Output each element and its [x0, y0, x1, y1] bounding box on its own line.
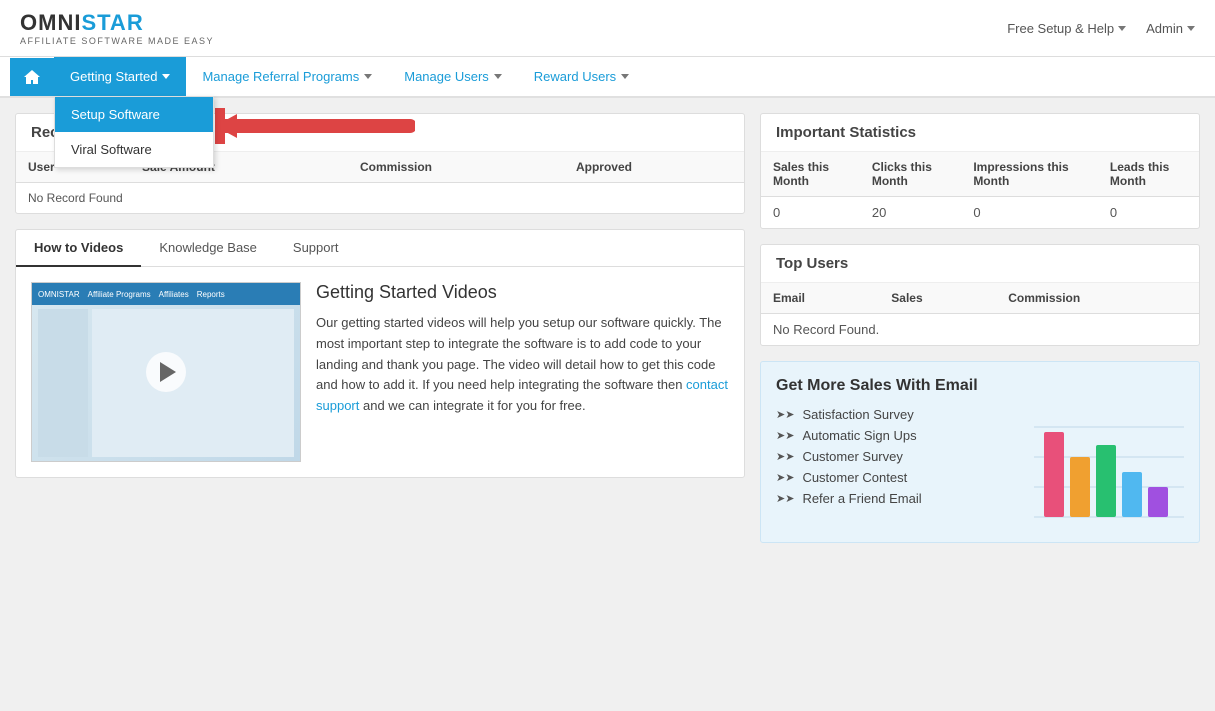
email-promo-panel: Get More Sales With Email ➤➤ Satisfactio…	[760, 361, 1200, 543]
free-setup-link[interactable]: Free Setup & Help	[1007, 21, 1126, 36]
bullet-arrow-icon: ➤➤	[776, 492, 794, 505]
play-overlay	[146, 352, 186, 392]
col-approved: Approved	[564, 152, 744, 183]
list-item: ➤➤ Customer Survey	[776, 449, 1024, 464]
chart-svg	[1034, 407, 1184, 527]
tabs-header: How to Videos Knowledge Base Support	[16, 230, 744, 267]
stat-col-clicks: Clicks this Month	[860, 152, 961, 197]
bullet-arrow-icon: ➤➤	[776, 408, 794, 421]
no-record-cell: No Record Found	[16, 183, 744, 214]
table-row: No Record Found.	[761, 314, 1199, 346]
header-right: Free Setup & Help Admin	[1007, 21, 1195, 36]
bar-chart	[1034, 407, 1184, 527]
top-users-table: Email Sales Commission No Record Found.	[761, 283, 1199, 345]
getting-started-nav[interactable]: Getting Started	[54, 57, 186, 96]
video-description: Our getting started videos will help you…	[316, 313, 729, 417]
stat-impressions-value: 0	[961, 197, 1098, 229]
left-column: Recent Commissions User Sale Amount Comm…	[15, 113, 745, 543]
col-commission: Commission	[348, 152, 564, 183]
admin-caret-icon	[1187, 26, 1195, 31]
home-icon	[24, 70, 40, 84]
stat-col-sales: Sales this Month	[761, 152, 860, 197]
tab-knowledge-base[interactable]: Knowledge Base	[141, 230, 275, 267]
list-item: ➤➤ Satisfaction Survey	[776, 407, 1024, 422]
setup-software-item[interactable]: Setup Software	[55, 97, 213, 132]
important-stats-panel: Important Statistics Sales this Month Cl…	[760, 113, 1200, 229]
table-row: No Record Found	[16, 183, 744, 214]
promo-content: ➤➤ Satisfaction Survey ➤➤ Automatic Sign…	[776, 407, 1184, 527]
top-users-panel: Top Users Email Sales Commission No Reco…	[760, 244, 1200, 346]
manage-users-caret-icon	[494, 74, 502, 79]
play-triangle-icon	[160, 362, 176, 382]
stat-col-leads: Leads this Month	[1098, 152, 1199, 197]
manage-referral-caret-icon	[364, 74, 372, 79]
tab-how-to-videos[interactable]: How to Videos	[16, 230, 141, 267]
thumb-nav-bar: OMNISTAR Affiliate Programs Affiliates R…	[32, 283, 300, 305]
stat-col-impressions: Impressions this Month	[961, 152, 1098, 197]
right-column: Important Statistics Sales this Month Cl…	[760, 113, 1200, 543]
stat-sales-value: 0	[761, 197, 860, 229]
tabs-panel: How to Videos Knowledge Base Support OMN…	[15, 229, 745, 478]
col-email: Email	[761, 283, 879, 314]
top-users-no-record: No Record Found.	[761, 314, 1199, 346]
getting-started-menu: Setup Software Viral Software	[54, 96, 214, 168]
email-promo-title: Get More Sales With Email	[776, 377, 1184, 395]
stat-leads-value: 0	[1098, 197, 1199, 229]
logo: OMNISTAR	[20, 10, 214, 36]
getting-started-dropdown: Getting Started Setup Software Viral Sof…	[54, 57, 186, 96]
stats-row: 0 20 0 0	[761, 197, 1199, 229]
viral-software-item[interactable]: Viral Software	[55, 132, 213, 167]
important-stats-title: Important Statistics	[761, 114, 1199, 152]
top-users-title: Top Users	[761, 245, 1199, 283]
reward-users-caret-icon	[621, 74, 629, 79]
home-nav-button[interactable]	[10, 58, 54, 96]
logo-area: OMNISTAR AFFILIATE SOFTWARE MADE EASY	[20, 10, 214, 46]
reward-users-nav[interactable]: Reward Users	[518, 57, 645, 96]
video-title: Getting Started Videos	[316, 282, 729, 303]
bullet-arrow-icon: ➤➤	[776, 450, 794, 463]
tab-content-area: OMNISTAR Affiliate Programs Affiliates R…	[16, 267, 744, 477]
thumb-sidebar	[38, 309, 88, 457]
arrow-indicator	[215, 108, 415, 144]
bullet-arrow-icon: ➤➤	[776, 471, 794, 484]
stat-clicks-value: 20	[860, 197, 961, 229]
free-setup-caret-icon	[1118, 26, 1126, 31]
list-item: ➤➤ Customer Contest	[776, 470, 1024, 485]
video-text-area: Getting Started Videos Our getting start…	[316, 282, 729, 462]
list-item: ➤➤ Automatic Sign Ups	[776, 428, 1024, 443]
col-sales: Sales	[879, 283, 996, 314]
manage-users-nav[interactable]: Manage Users	[388, 57, 518, 96]
list-item: ➤➤ Refer a Friend Email	[776, 491, 1024, 506]
tab-support[interactable]: Support	[275, 230, 357, 267]
promo-list: ➤➤ Satisfaction Survey ➤➤ Automatic Sign…	[776, 407, 1024, 512]
logo-subtitle: AFFILIATE SOFTWARE MADE EASY	[20, 36, 214, 46]
getting-started-caret-icon	[162, 74, 170, 79]
video-thumbnail[interactable]: OMNISTAR Affiliate Programs Affiliates R…	[31, 282, 301, 462]
admin-link[interactable]: Admin	[1146, 21, 1195, 36]
thumb-main	[92, 309, 294, 457]
stats-table: Sales this Month Clicks this Month Impre…	[761, 152, 1199, 228]
header: OMNISTAR AFFILIATE SOFTWARE MADE EASY Fr…	[0, 0, 1215, 57]
navbar: Getting Started Setup Software Viral Sof…	[0, 57, 1215, 98]
bullet-arrow-icon: ➤➤	[776, 429, 794, 442]
col-commission: Commission	[996, 283, 1199, 314]
red-arrow-icon	[215, 108, 415, 144]
manage-referral-nav[interactable]: Manage Referral Programs	[186, 57, 388, 96]
